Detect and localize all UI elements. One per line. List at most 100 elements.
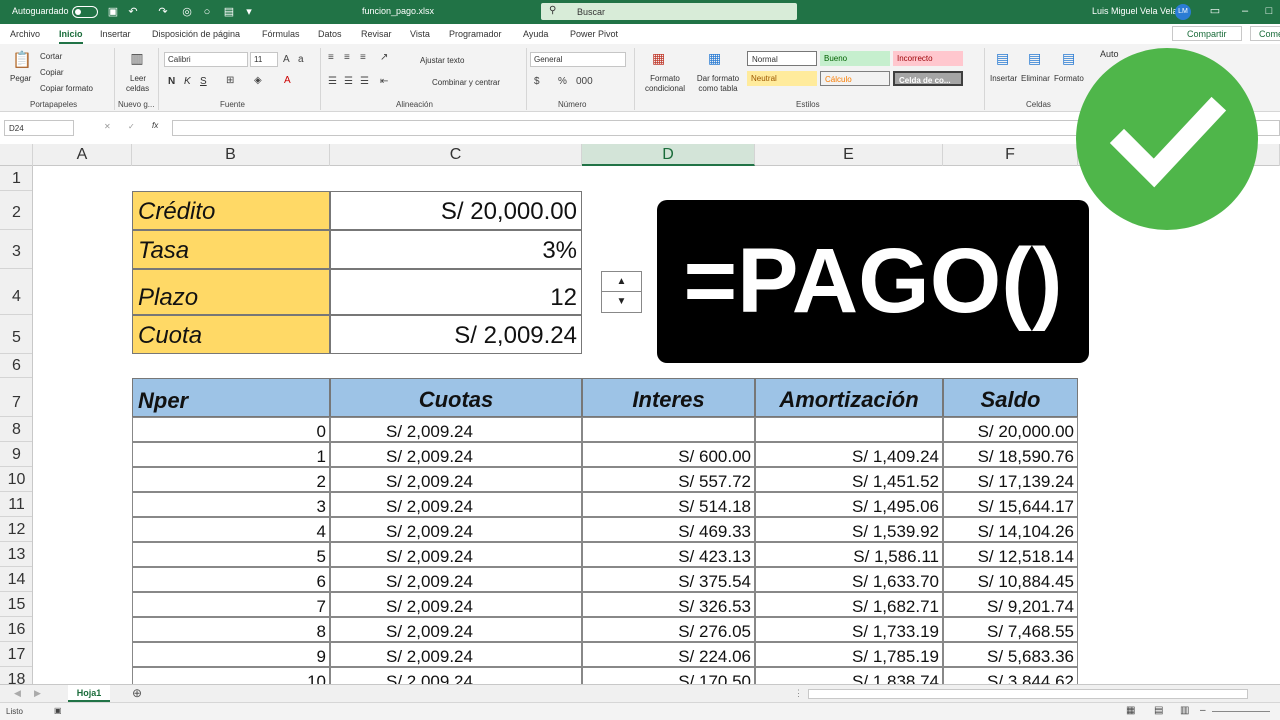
table-cell-interes[interactable]: S/ 600.00 xyxy=(582,442,755,467)
cancel-icon[interactable]: ✕ xyxy=(104,122,111,131)
table-cell-cuotas[interactable]: S/ 2,009.24 xyxy=(330,467,582,492)
align-center-icon[interactable]: ☰ xyxy=(344,76,353,87)
header-saldo[interactable]: Saldo xyxy=(943,378,1078,417)
font-size-select[interactable]: 11 xyxy=(250,52,278,67)
header-amortizacion[interactable]: Amortización xyxy=(755,378,943,417)
zoom-out-icon[interactable]: – xyxy=(1200,705,1206,716)
row-header[interactable]: 10 xyxy=(0,467,32,492)
spin-up-icon[interactable]: ▲ xyxy=(602,272,641,292)
read-cells-label-2[interactable]: celdas xyxy=(126,84,149,93)
table-cell-nper[interactable]: 5 xyxy=(132,542,330,567)
table-cell-saldo[interactable]: S/ 20,000.00 xyxy=(943,417,1078,442)
table-cell-nper[interactable]: 8 xyxy=(132,617,330,642)
row-header[interactable]: 17 xyxy=(0,642,32,667)
font-color-icon[interactable]: A xyxy=(284,75,291,86)
table-cell-nper[interactable]: 9 xyxy=(132,642,330,667)
table-cell-cuotas[interactable]: S/ 2,009.24 xyxy=(330,417,582,442)
tab-archivo[interactable]: Archivo xyxy=(10,29,40,39)
table-cell-saldo[interactable]: S/ 10,884.45 xyxy=(943,567,1078,592)
spin-down-icon[interactable]: ▼ xyxy=(602,292,641,312)
header-cuotas[interactable]: Cuotas xyxy=(330,378,582,417)
column-header-d[interactable]: D xyxy=(582,144,755,166)
table-cell-amortizacion[interactable]: S/ 1,451.52 xyxy=(755,467,943,492)
align-top-icon[interactable]: ≡ xyxy=(328,52,334,63)
font-grow-icon[interactable]: A xyxy=(283,54,290,65)
table-cell-saldo[interactable]: S/ 17,139.24 xyxy=(943,467,1078,492)
table-cell-saldo[interactable]: S/ 18,590.76 xyxy=(943,442,1078,467)
table-cell-amortizacion[interactable]: S/ 1,733.19 xyxy=(755,617,943,642)
format-as-table-button[interactable]: Dar formato como tabla xyxy=(693,74,743,94)
tab-revisar[interactable]: Revisar xyxy=(361,29,392,39)
table-cell-saldo[interactable]: S/ 7,468.55 xyxy=(943,617,1078,642)
comments-button[interactable]: Come xyxy=(1250,26,1280,41)
table-cell-nper[interactable]: 3 xyxy=(132,492,330,517)
row-header[interactable]: 9 xyxy=(0,442,32,467)
save-icon[interactable]: ▣ xyxy=(106,5,120,19)
format-as-table-icon[interactable]: ▦ xyxy=(708,50,721,67)
tab-power-pivot[interactable]: Power Pivot xyxy=(570,29,618,39)
row-header[interactable]: 11 xyxy=(0,492,32,517)
italic-button[interactable]: K xyxy=(184,76,191,87)
term-spinner[interactable]: ▲ ▼ xyxy=(601,271,642,313)
sheet-tab-hoja1[interactable]: Hoja1 xyxy=(68,685,110,702)
table-cell-nper[interactable]: 6 xyxy=(132,567,330,592)
form-icon[interactable]: ▤ xyxy=(222,5,236,19)
value-tasa[interactable]: 3% xyxy=(330,230,582,269)
column-header-a[interactable]: A xyxy=(33,144,132,166)
format-painter-button[interactable]: Copiar formato xyxy=(40,84,93,93)
table-cell-saldo[interactable]: S/ 15,644.17 xyxy=(943,492,1078,517)
indent-icon[interactable]: ⇤ xyxy=(380,76,388,87)
align-right-icon[interactable]: ☰ xyxy=(360,76,369,87)
tab-insertar[interactable]: Insertar xyxy=(100,29,131,39)
table-cell-saldo[interactable]: S/ 12,518.14 xyxy=(943,542,1078,567)
page-break-icon[interactable]: ▥ xyxy=(1180,705,1189,716)
value-cuota[interactable]: S/ 2,009.24 xyxy=(330,315,582,354)
table-cell-interes[interactable]: S/ 514.18 xyxy=(582,492,755,517)
format-cells-icon[interactable]: ▤ xyxy=(1062,50,1075,67)
table-cell-cuotas[interactable]: S/ 2,009.24 xyxy=(330,492,582,517)
style-neutral[interactable]: Neutral xyxy=(747,71,817,86)
table-cell-amortizacion[interactable]: S/ 1,682.71 xyxy=(755,592,943,617)
tab-inicio[interactable]: Inicio xyxy=(59,29,83,44)
row-header[interactable]: 15 xyxy=(0,592,32,617)
conditional-format-icon[interactable]: ▦ xyxy=(652,50,665,67)
redo-icon[interactable]: ↷ xyxy=(156,5,170,19)
conditional-format-button[interactable]: Formato condicional xyxy=(640,74,690,94)
enter-icon[interactable]: ✓ xyxy=(128,122,135,131)
align-bottom-icon[interactable]: ≡ xyxy=(360,52,366,63)
table-cell-amortizacion[interactable]: S/ 1,785.19 xyxy=(755,642,943,667)
row-header[interactable]: 5 xyxy=(0,315,32,354)
maximize-icon[interactable]: □ xyxy=(1262,4,1276,18)
search-box[interactable]: ⚲ Buscar xyxy=(541,3,797,20)
bold-button[interactable]: N xyxy=(168,76,175,87)
copy-button[interactable]: Copiar xyxy=(40,68,64,77)
tab-ayuda[interactable]: Ayuda xyxy=(523,29,548,39)
style-bueno[interactable]: Bueno xyxy=(820,51,890,66)
sheet-options-icon[interactable]: ⋮ xyxy=(794,688,803,699)
table-cell-interes[interactable]: S/ 326.53 xyxy=(582,592,755,617)
column-header-c[interactable]: C xyxy=(330,144,582,166)
orientation-icon[interactable]: ↗ xyxy=(380,52,388,63)
function-icon[interactable]: fx xyxy=(152,121,158,130)
add-sheet-icon[interactable]: ⊕ xyxy=(132,686,142,700)
table-cell-interes[interactable]: S/ 224.06 xyxy=(582,642,755,667)
label-cuota[interactable]: Cuota xyxy=(132,315,330,354)
row-header[interactable]: 2 xyxy=(0,191,32,230)
tab-vista[interactable]: Vista xyxy=(410,29,430,39)
row-header[interactable]: 13 xyxy=(0,542,32,567)
column-header-f[interactable]: F xyxy=(943,144,1078,166)
align-left-icon[interactable]: ☰ xyxy=(328,76,337,87)
underline-button[interactable]: S xyxy=(200,76,207,87)
row-header[interactable]: 18 xyxy=(0,667,32,684)
row-header[interactable]: 8 xyxy=(0,417,32,442)
column-header-b[interactable]: B xyxy=(132,144,330,166)
table-cell-nper[interactable]: 0 xyxy=(132,417,330,442)
table-cell-cuotas[interactable]: S/ 2,009.24 xyxy=(330,617,582,642)
paste-icon[interactable]: 📋 xyxy=(12,50,32,70)
header-nper[interactable]: Nper xyxy=(132,378,330,417)
table-cell-amortizacion[interactable]: S/ 1,539.92 xyxy=(755,517,943,542)
next-sheet-icon[interactable]: ▶ xyxy=(34,688,41,699)
table-cell-interes[interactable]: S/ 557.72 xyxy=(582,467,755,492)
ribbon-display-icon[interactable]: ▭ xyxy=(1208,4,1222,18)
table-cell-nper[interactable]: 7 xyxy=(132,592,330,617)
